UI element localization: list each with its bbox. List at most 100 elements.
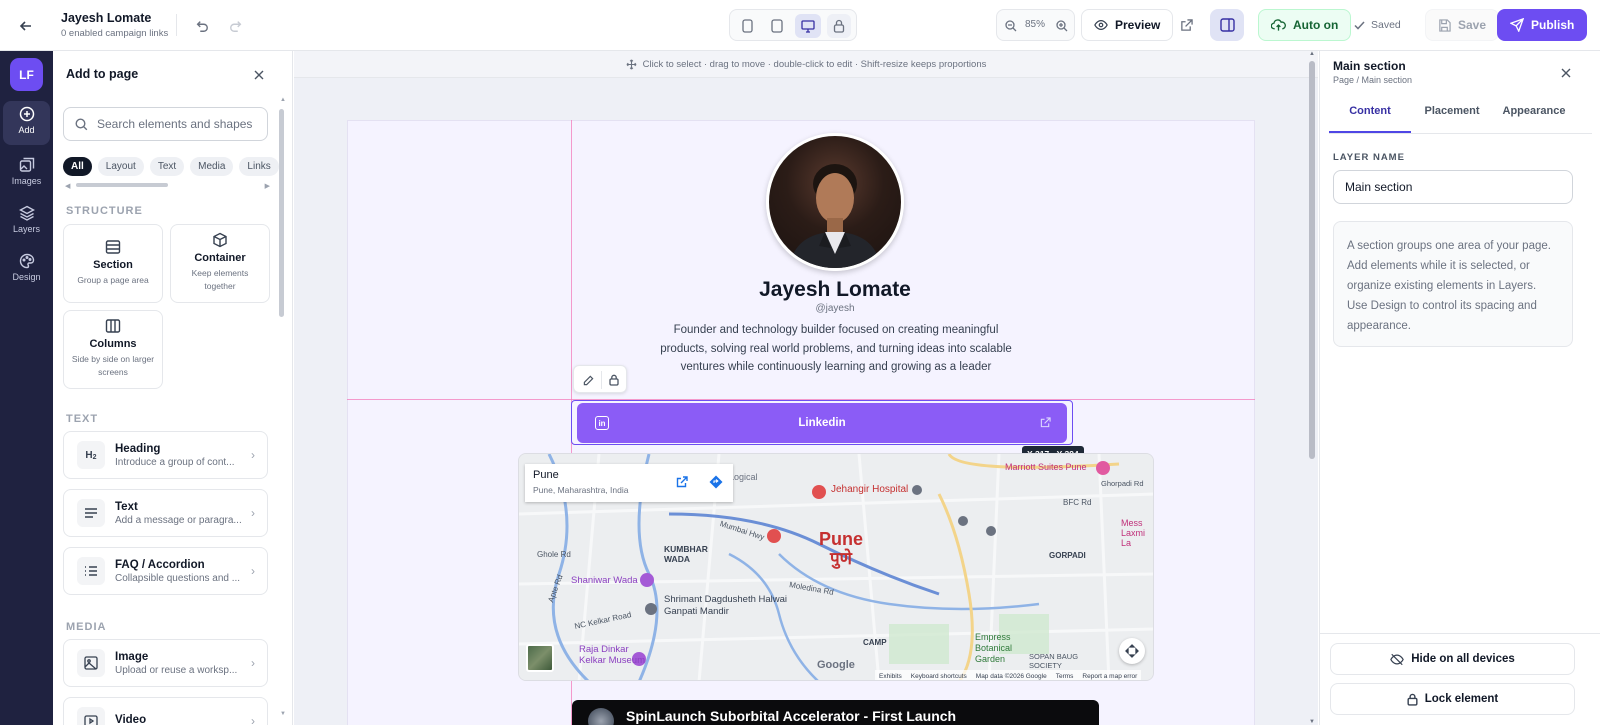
top-toolbar: Jayesh Lomate 0 enabled campaign links 8… xyxy=(0,0,1600,51)
lock-element-button[interactable]: Lock element xyxy=(1330,683,1575,715)
auto-publish-toggle[interactable]: Auto on xyxy=(1258,9,1352,41)
rail-item-add[interactable]: Add xyxy=(3,101,50,145)
layer-name-value: Main section xyxy=(1345,180,1413,194)
element-faq[interactable]: FAQ / Accordion Collapsible questions and… xyxy=(63,547,268,595)
map-label-logical: Logical xyxy=(729,472,758,482)
video-embed[interactable]: SpinLaunch Suborbital Accelerator - Firs… xyxy=(572,700,1099,725)
auto-label: Auto on xyxy=(1293,18,1339,32)
chip-text[interactable]: Text xyxy=(149,157,185,176)
close-icon[interactable] xyxy=(249,65,269,85)
map-footer-shortcuts[interactable]: Keyboard shortcuts xyxy=(911,673,967,680)
chevron-right-icon: › xyxy=(251,506,255,520)
map-place-card[interactable]: Pune Pune, Maharashtra, India xyxy=(525,464,733,502)
list-icon xyxy=(77,557,105,585)
rail-item-design[interactable]: Design xyxy=(3,248,50,292)
map-label-marriott: Marriott Suites Pune xyxy=(1005,462,1087,472)
publish-button[interactable]: Publish xyxy=(1497,9,1588,41)
heading-icon: H2 xyxy=(77,441,105,469)
element-heading[interactable]: H2 Heading Introduce a group of cont... › xyxy=(63,431,268,479)
map-city-local: पुणे xyxy=(830,549,852,568)
hide-on-all-devices-button[interactable]: Hide on all devices xyxy=(1330,643,1575,675)
zoom-control: 85% xyxy=(996,9,1075,41)
save-button[interactable]: Save xyxy=(1425,9,1500,41)
chips-scrollbar[interactable]: ◀ ▶ xyxy=(65,182,270,190)
chip-links[interactable]: Links xyxy=(239,157,279,176)
editor-canvas[interactable]: Click to select · drag to move · double-… xyxy=(294,51,1318,725)
element-image[interactable]: Image Upload or reuse a worksp... › xyxy=(63,639,268,687)
chip-media[interactable]: Media xyxy=(190,157,234,176)
divider xyxy=(176,14,177,36)
chevron-right-icon: › xyxy=(251,714,255,725)
edit-pencil-icon[interactable] xyxy=(577,369,599,391)
chip-all[interactable]: All xyxy=(63,157,92,176)
profile-name[interactable]: Jayesh Lomate xyxy=(628,278,1042,302)
preview-button[interactable]: Preview xyxy=(1081,9,1174,41)
profile-handle[interactable]: @jayesh xyxy=(628,303,1042,314)
element-video[interactable]: Video › xyxy=(63,697,268,725)
map-label-shaniwar: Shaniwar Wada xyxy=(571,575,638,586)
element-text[interactable]: Text Add a message or paragra... › xyxy=(63,489,268,537)
directions-icon[interactable] xyxy=(705,471,727,493)
tablet-icon[interactable] xyxy=(765,14,789,38)
lock-icon[interactable] xyxy=(603,369,625,391)
eye-icon xyxy=(1094,20,1108,30)
chip-layout[interactable]: Layout xyxy=(97,157,144,176)
element-columns[interactable]: Columns Side by side on larger screens xyxy=(63,310,163,389)
map-label-sopan: SOPAN BAUG SOCIETY xyxy=(1029,652,1079,670)
workspace-logo[interactable]: LF xyxy=(10,58,43,91)
rail-item-images[interactable]: Images xyxy=(3,152,50,196)
mobile-icon[interactable] xyxy=(735,14,759,38)
search-field[interactable]: Search elements and shapes xyxy=(63,107,268,141)
open-map-icon[interactable] xyxy=(671,471,693,493)
undo-icon[interactable] xyxy=(190,14,214,38)
canvas-scrollbar[interactable]: ▲ ▼ xyxy=(1308,51,1316,725)
rail-item-layers[interactable]: Layers xyxy=(3,200,50,244)
map-footer-terms[interactable]: Terms xyxy=(1056,673,1074,680)
map-city-en: Pune xyxy=(819,529,864,549)
map-label-ghorpadi-rd: Ghorpadi Rd xyxy=(1101,479,1144,488)
tabs-underline xyxy=(1329,133,1592,134)
heading-title: Heading xyxy=(115,442,161,455)
text-heading: TEXT xyxy=(66,413,99,425)
save-label: Save xyxy=(1458,18,1487,32)
structure-heading: STRUCTURE xyxy=(66,205,143,217)
map-embed[interactable]: Jehangir Hospital Marriott Suites Pune K… xyxy=(518,453,1154,681)
tab-placement[interactable]: Placement xyxy=(1411,105,1493,117)
layer-name-input[interactable]: Main section xyxy=(1333,170,1573,204)
map-google-logo: Google xyxy=(817,659,855,671)
linkedin-icon: in xyxy=(595,416,609,430)
map-footer: Exhibits Keyboard shortcuts Map data ©20… xyxy=(875,670,1142,680)
tab-content[interactable]: Content xyxy=(1329,105,1411,117)
image-icon xyxy=(77,649,105,677)
close-icon[interactable] xyxy=(1556,63,1576,83)
tab-appearance[interactable]: Appearance xyxy=(1493,105,1575,117)
element-container[interactable]: Container Keep elements together xyxy=(170,224,270,303)
map-label-botanical: Empress Botanical Garden xyxy=(975,632,1013,664)
zoom-in-icon[interactable] xyxy=(1052,16,1072,36)
map-label-bfc: BFC Rd xyxy=(1063,498,1092,507)
map-satellite-thumbnail[interactable] xyxy=(526,644,554,672)
panel-title: Add to page xyxy=(66,67,139,81)
fullscreen-icon[interactable] xyxy=(1119,638,1145,664)
panel-scrollbar[interactable]: ▲ ▼ xyxy=(279,97,286,717)
container-desc: Keep elements together xyxy=(191,268,249,291)
palette-icon xyxy=(19,253,34,269)
zoom-out-icon[interactable] xyxy=(1001,16,1021,36)
saved-status: Saved xyxy=(1354,19,1401,31)
redo-icon[interactable] xyxy=(224,14,248,38)
profile-bio[interactable]: Founder and technology builder focused o… xyxy=(649,321,1023,377)
element-section[interactable]: Section Group a page area xyxy=(63,224,163,303)
open-external-icon[interactable] xyxy=(1174,13,1198,37)
rail-label-design: Design xyxy=(12,272,41,282)
video-title: SpinLaunch Suborbital Accelerator - Firs… xyxy=(626,708,957,724)
faq-desc: Collapsible questions and ... xyxy=(115,572,241,584)
back-arrow-icon[interactable] xyxy=(14,14,38,38)
map-footer-data: Map data ©2026 Google xyxy=(975,672,1047,680)
avatar[interactable] xyxy=(766,133,904,271)
map-footer-report[interactable]: Report a map error xyxy=(1082,673,1137,680)
panel-toggle-icon[interactable] xyxy=(1210,9,1244,41)
desktop-icon[interactable] xyxy=(795,14,821,38)
linkedin-link-button[interactable]: in Linkedin xyxy=(577,403,1067,443)
cloud-upload-icon xyxy=(1271,19,1286,31)
lock-layout-icon[interactable] xyxy=(827,14,851,38)
